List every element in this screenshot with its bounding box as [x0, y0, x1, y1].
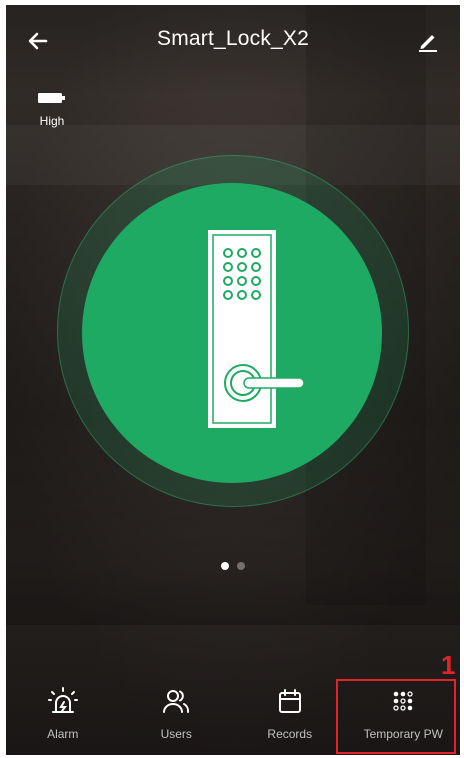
calendar-icon — [278, 689, 301, 713]
page-dot[interactable] — [237, 562, 245, 570]
alarm-siren-icon — [47, 687, 78, 713]
nav-label-temporary-pw: Temporary PW — [363, 727, 443, 741]
nav-label-users: Users — [160, 727, 192, 741]
battery-icon — [38, 93, 65, 103]
app-screen: Smart_Lock_X2 High Alarm Users Records T… — [6, 5, 460, 755]
annotation-marker: 1 — [441, 650, 456, 680]
top-bar: Smart_Lock_X2 — [6, 5, 460, 75]
battery-level-label: High — [39, 114, 65, 128]
nav-item-records[interactable]: Records — [233, 675, 347, 755]
nav-item-temporary-pw[interactable]: Temporary PW — [347, 675, 461, 755]
page-title: Smart_Lock_X2 — [156, 27, 309, 50]
door-lock-keypad-icon — [208, 230, 305, 428]
page-dot-active[interactable] — [221, 562, 229, 570]
bottom-navigation: Alarm Users Records Temporary PW — [6, 675, 460, 755]
nav-item-alarm[interactable]: Alarm — [6, 675, 120, 755]
users-icon — [163, 690, 190, 713]
battery-status: High — [30, 91, 74, 128]
keypad-icon — [393, 691, 413, 711]
edit-button[interactable] — [410, 23, 446, 59]
nav-label-alarm: Alarm — [47, 727, 79, 741]
pencil-icon — [419, 35, 437, 52]
nav-label-records: Records — [267, 727, 313, 741]
nav-item-users[interactable]: Users — [120, 675, 234, 755]
page-indicator — [6, 562, 460, 570]
